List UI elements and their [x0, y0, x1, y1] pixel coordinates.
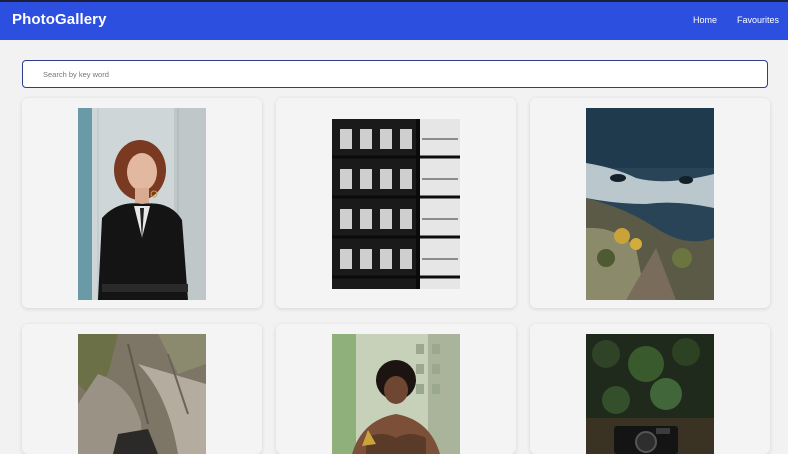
- photo-card[interactable]: [530, 324, 770, 454]
- nav-links: Home Favourites: [693, 15, 779, 25]
- photo-card[interactable]: [276, 98, 516, 308]
- photo-card[interactable]: [22, 98, 262, 308]
- nav-home-link[interactable]: Home: [693, 15, 717, 25]
- navbar: PhotoGallery Home Favourites: [0, 2, 788, 40]
- photo-image[interactable]: [586, 108, 714, 300]
- nav-favourites-link[interactable]: Favourites: [737, 15, 779, 25]
- search-input[interactable]: [41, 61, 745, 87]
- photo-image[interactable]: [78, 334, 206, 454]
- photo-card[interactable]: [530, 98, 770, 308]
- brand-title[interactable]: PhotoGallery: [12, 11, 107, 28]
- search-box: [22, 60, 768, 88]
- photo-image[interactable]: [586, 334, 714, 454]
- photo-card[interactable]: [22, 324, 262, 454]
- photo-card[interactable]: [276, 324, 516, 454]
- photo-image[interactable]: [78, 108, 206, 300]
- photo-image[interactable]: [332, 119, 460, 289]
- photo-image[interactable]: [332, 334, 460, 454]
